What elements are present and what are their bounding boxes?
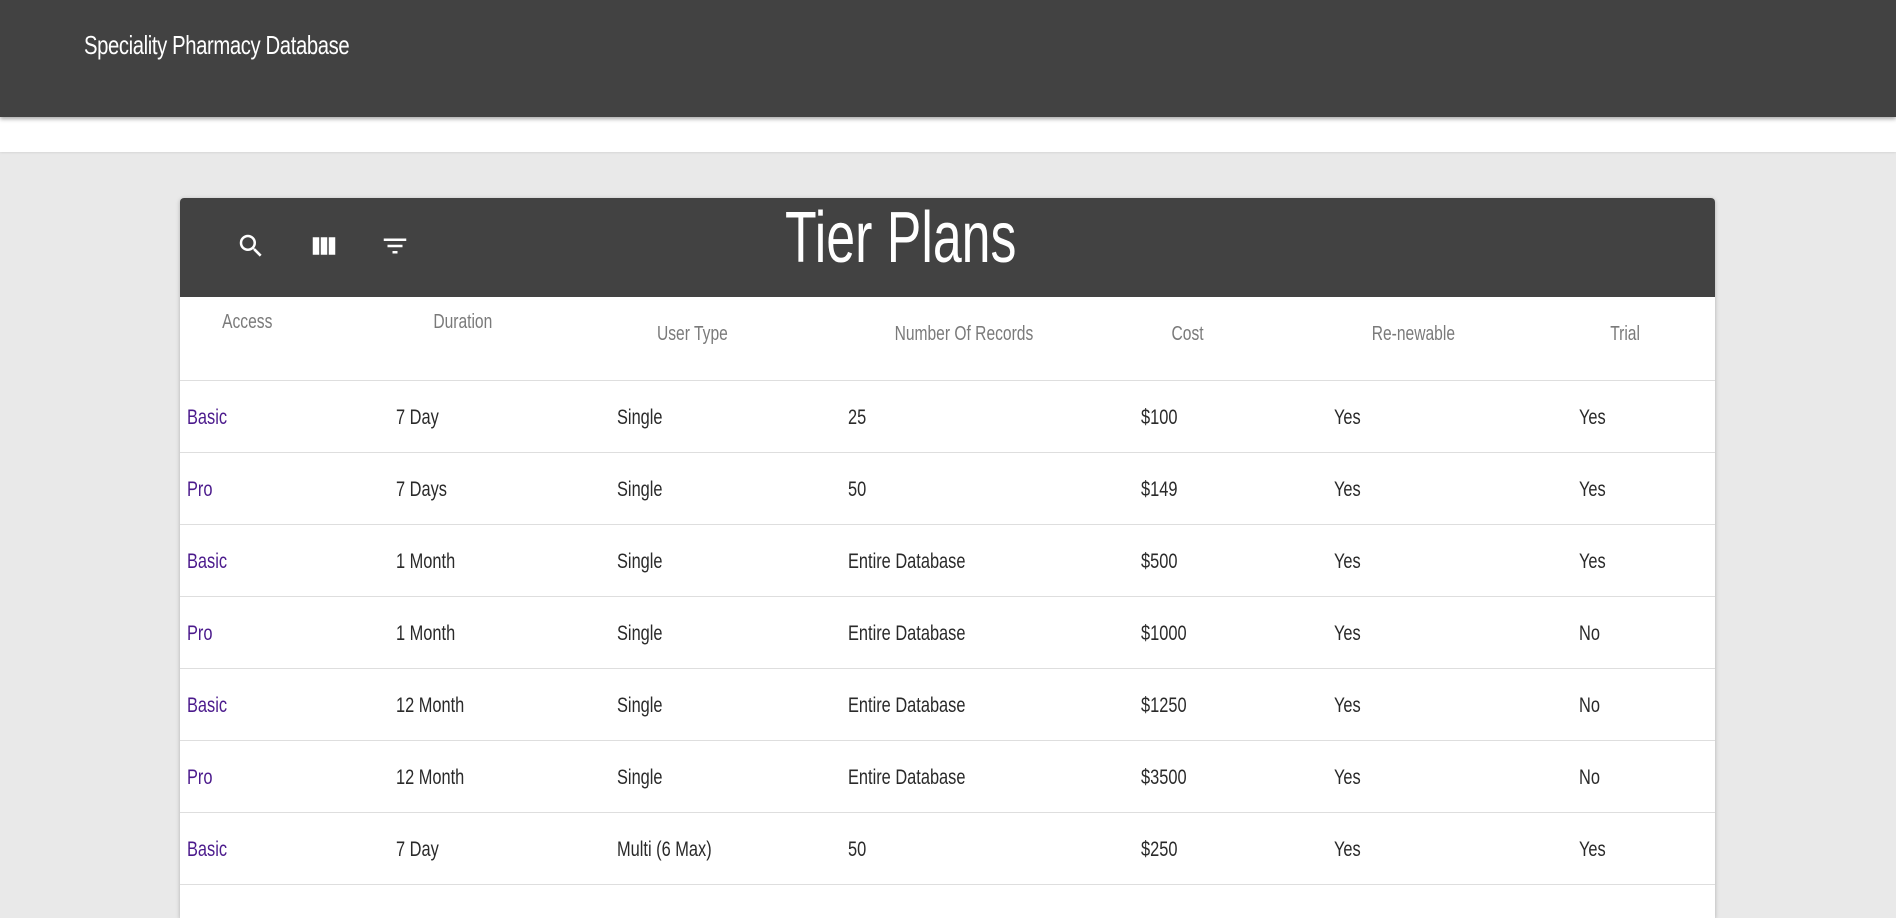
column-header-duration[interactable]: Duration bbox=[433, 311, 492, 334]
cell-user-type: Single bbox=[617, 406, 663, 429]
cell-cost: $3500 bbox=[1141, 766, 1187, 789]
cell-user-type: Single bbox=[617, 766, 663, 789]
table-row[interactable]: Pro 12 Month Single Entire Database $3500 Yes… bbox=[180, 741, 1715, 813]
tier-plans-card: Tier Plans Access Duration User Type Number… bbox=[180, 198, 1715, 918]
column-header-user-type[interactable]: User Type bbox=[657, 323, 728, 346]
cell-access[interactable]: Basic bbox=[187, 669, 227, 740]
cell-number-of-records: Entire Database bbox=[848, 694, 966, 717]
cell-duration: 7 Day bbox=[396, 838, 439, 861]
cell-re-newable: Yes bbox=[1334, 478, 1361, 501]
search-button[interactable] bbox=[233, 228, 269, 264]
cell-access[interactable]: Pro bbox=[187, 741, 212, 812]
cell-cost: $100 bbox=[1141, 406, 1178, 429]
cell-access[interactable]: Basic bbox=[187, 525, 227, 596]
cell-user-type: Single bbox=[617, 550, 663, 573]
cell-number-of-records: 25 bbox=[848, 406, 867, 429]
cell-user-type: Single bbox=[617, 622, 663, 645]
cell-number-of-records: 50 bbox=[848, 478, 867, 501]
cell-user-type: Single bbox=[617, 478, 663, 501]
cell-duration: 1 Month bbox=[396, 550, 456, 573]
table-row[interactable]: Basic 7 Day Single 25 $100 Yes Yes bbox=[180, 381, 1715, 453]
view-column-icon bbox=[312, 237, 336, 255]
cell-duration: 12 Month bbox=[396, 694, 465, 717]
cell-duration: 1 Month bbox=[396, 622, 456, 645]
cell-duration: 7 Days bbox=[396, 478, 447, 501]
column-header-number-of-records[interactable]: Number Of Records bbox=[895, 323, 1034, 346]
cell-trial: Yes bbox=[1579, 838, 1606, 861]
cell-re-newable: Yes bbox=[1334, 550, 1361, 573]
cell-number-of-records: 50 bbox=[848, 838, 867, 861]
cell-number-of-records: Entire Database bbox=[848, 766, 966, 789]
cell-access[interactable]: Basic bbox=[187, 381, 227, 452]
cell-access[interactable]: Basic bbox=[187, 813, 227, 884]
view-columns-button[interactable] bbox=[306, 228, 342, 264]
cell-cost: $500 bbox=[1141, 550, 1178, 573]
cell-duration: 12 Month bbox=[396, 766, 465, 789]
cell-user-type: Single bbox=[617, 694, 663, 717]
cell-trial: Yes bbox=[1579, 550, 1606, 573]
table-row[interactable]: Pro 7 Days Single 50 $149 Yes Yes bbox=[180, 453, 1715, 525]
cell-trial: No bbox=[1579, 766, 1600, 789]
cell-number-of-records: Entire Database bbox=[848, 550, 966, 573]
table-row[interactable]: Basic 7 Day Multi (6 Max) 50 $250 Yes Yes bbox=[180, 813, 1715, 885]
table-row[interactable]: Pro 1 Month Single Entire Database $1000 Yes N… bbox=[180, 597, 1715, 669]
table-row[interactable]: Basic 12 Month Single Entire Database $1250 Y… bbox=[180, 669, 1715, 741]
cell-trial: No bbox=[1579, 694, 1600, 717]
app-title: Speciality Pharmacy Database bbox=[84, 30, 350, 60]
card-title: Tier Plans bbox=[785, 198, 1017, 278]
cell-re-newable: Yes bbox=[1334, 838, 1361, 861]
filter-button[interactable] bbox=[377, 228, 413, 264]
column-header-cost[interactable]: Cost bbox=[1172, 323, 1204, 346]
table-toolbar: Tier Plans bbox=[180, 198, 1715, 297]
cell-number-of-records: Entire Database bbox=[848, 622, 966, 645]
filter-list-icon bbox=[383, 238, 407, 254]
sub-header-band bbox=[0, 117, 1896, 152]
cell-cost: $149 bbox=[1141, 478, 1178, 501]
cell-duration: 7 Day bbox=[396, 406, 439, 429]
cell-cost: $1250 bbox=[1141, 694, 1187, 717]
cell-user-type: Multi (6 Max) bbox=[617, 838, 712, 861]
cell-access[interactable]: Pro bbox=[187, 453, 212, 524]
table-row[interactable]: Basic 1 Month Single Entire Database $500 Yes… bbox=[180, 525, 1715, 597]
cell-cost: $250 bbox=[1141, 838, 1178, 861]
search-icon bbox=[239, 234, 262, 257]
cell-trial: Yes bbox=[1579, 406, 1606, 429]
table-body: Basic 7 Day Single 25 $100 Yes Yes Pro 7 Days Sin… bbox=[180, 381, 1715, 885]
cell-re-newable: Yes bbox=[1334, 406, 1361, 429]
cell-trial: No bbox=[1579, 622, 1600, 645]
cell-re-newable: Yes bbox=[1334, 622, 1361, 645]
app-bar: Speciality Pharmacy Database bbox=[0, 0, 1896, 117]
cell-access[interactable]: Pro bbox=[187, 597, 212, 668]
column-header-trial[interactable]: Trial bbox=[1610, 323, 1640, 346]
cell-re-newable: Yes bbox=[1334, 694, 1361, 717]
cell-re-newable: Yes bbox=[1334, 766, 1361, 789]
column-header-re-newable[interactable]: Re-newable bbox=[1372, 323, 1455, 346]
table-header: Access Duration User Type Number Of Records… bbox=[180, 297, 1715, 381]
cell-trial: Yes bbox=[1579, 478, 1606, 501]
cell-cost: $1000 bbox=[1141, 622, 1187, 645]
column-header-access[interactable]: Access bbox=[222, 311, 272, 334]
